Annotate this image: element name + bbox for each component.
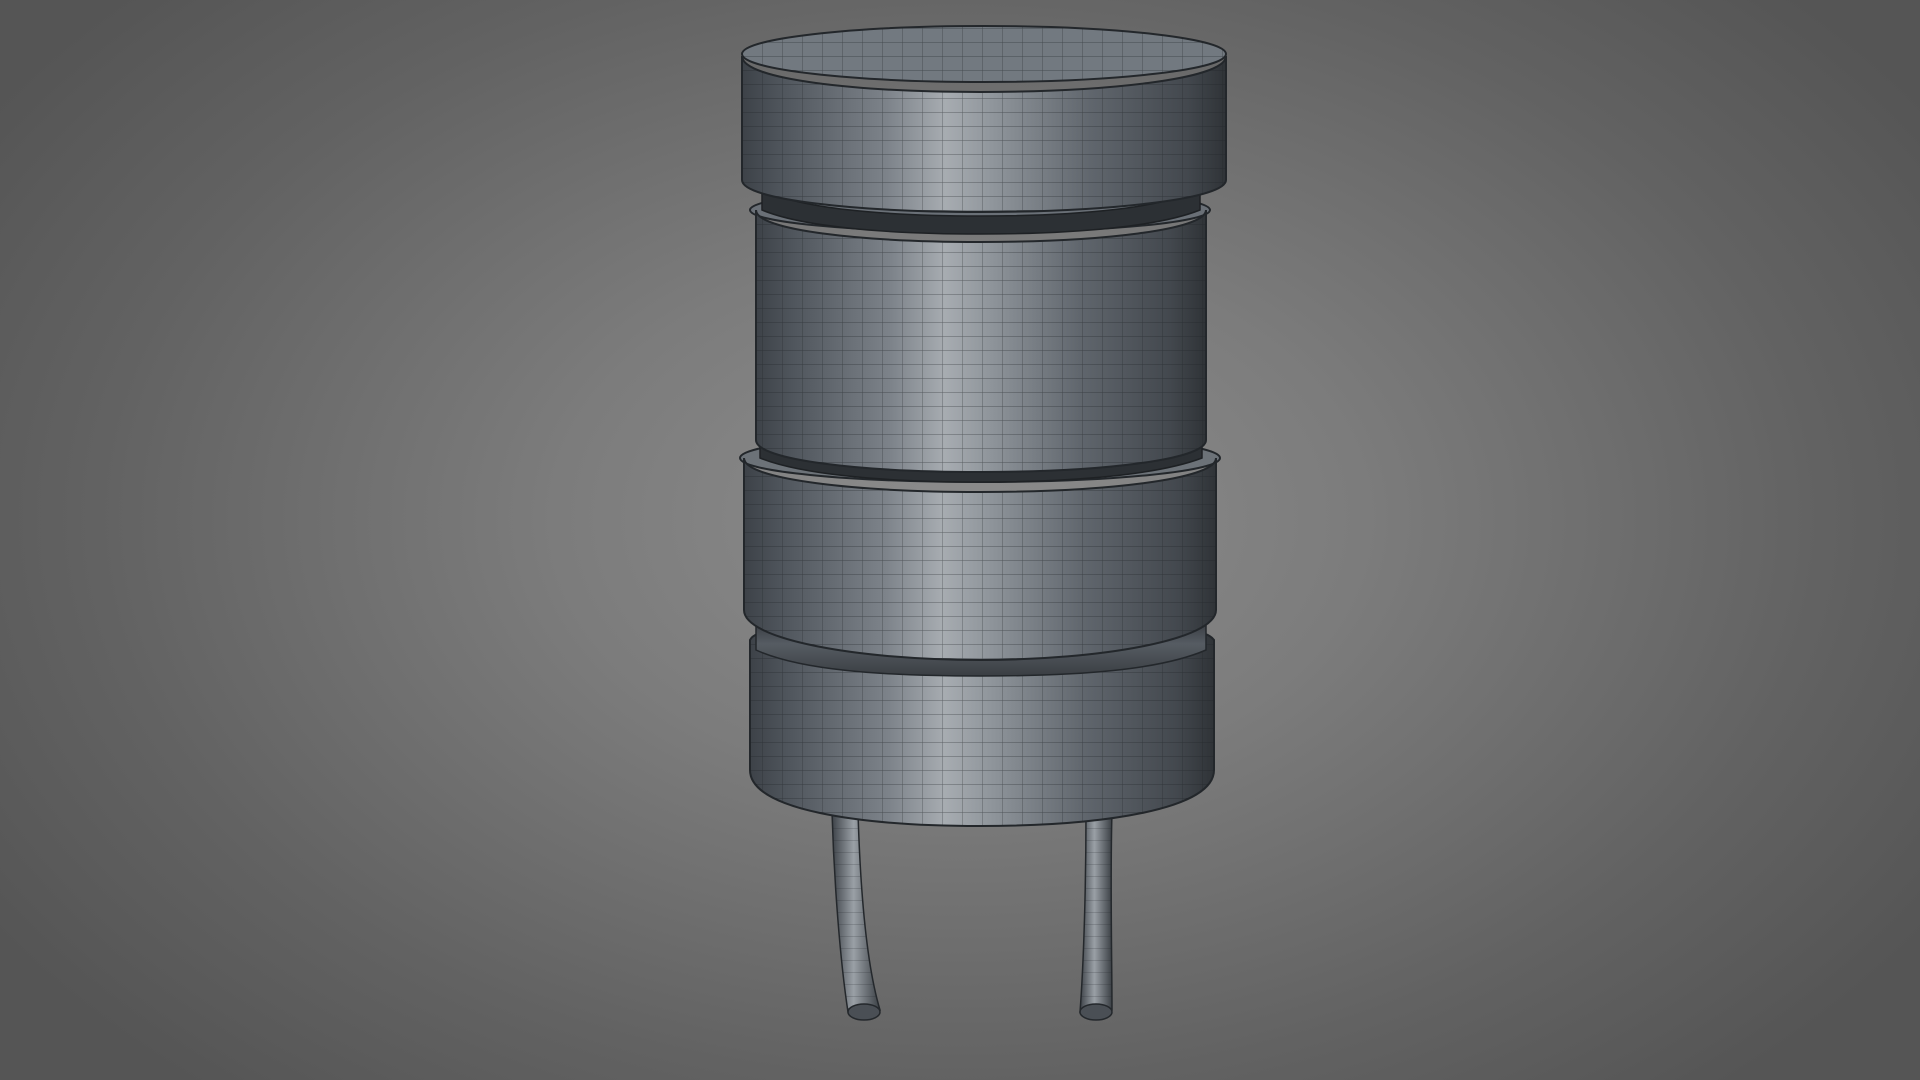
top-cap [741,25,1227,214]
right-pin [1079,811,1113,1021]
3d-viewport[interactable] [0,0,1920,1080]
inductor-model [739,25,1227,1021]
left-pin [831,811,881,1021]
